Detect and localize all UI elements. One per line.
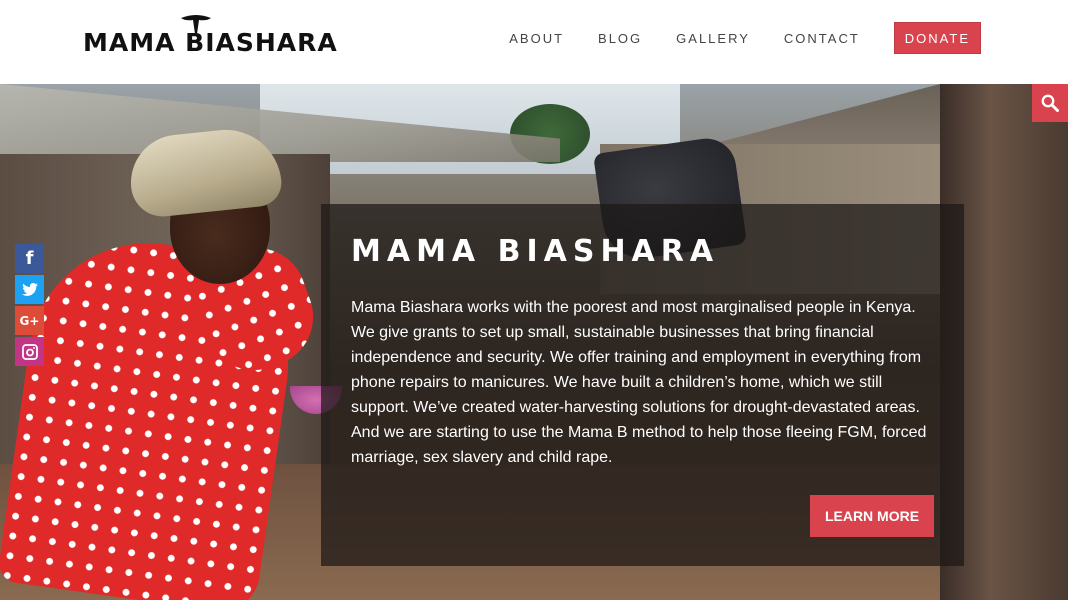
instagram-camera-icon bbox=[21, 343, 38, 360]
google-plus-icon[interactable]: G+ bbox=[15, 306, 44, 335]
nav-blog[interactable]: BLOG bbox=[598, 31, 642, 46]
nav-gallery[interactable]: GALLERY bbox=[676, 31, 750, 46]
donate-button[interactable]: DONATE bbox=[893, 22, 981, 54]
social-share-bar: f G+ bbox=[15, 244, 44, 368]
search-icon bbox=[1041, 94, 1059, 112]
site-logo[interactable]: MAMA BIASHARA bbox=[83, 14, 338, 58]
twitter-bird-icon bbox=[21, 282, 38, 296]
facebook-icon[interactable]: f bbox=[15, 244, 44, 273]
acacia-tree-icon bbox=[181, 15, 211, 34]
site-header: MAMA BIASHARA ABOUT BLOG GALLERY CONTACT… bbox=[0, 0, 1068, 84]
hero-description: Mama Biashara works with the poorest and… bbox=[351, 299, 927, 466]
search-button[interactable] bbox=[1032, 84, 1068, 122]
hero-title: MAMA BIASHARA bbox=[351, 234, 720, 269]
main-nav: ABOUT BLOG GALLERY CONTACT DONATE bbox=[509, 0, 1068, 76]
nav-about[interactable]: ABOUT bbox=[509, 31, 564, 46]
hero-content-box: MAMA BIASHARA Mama Biashara works with t… bbox=[321, 204, 964, 566]
instagram-icon[interactable] bbox=[15, 337, 44, 366]
learn-more-button[interactable]: LEARN MORE bbox=[810, 495, 934, 537]
nav-contact[interactable]: CONTACT bbox=[784, 31, 860, 46]
twitter-icon[interactable] bbox=[15, 275, 44, 304]
